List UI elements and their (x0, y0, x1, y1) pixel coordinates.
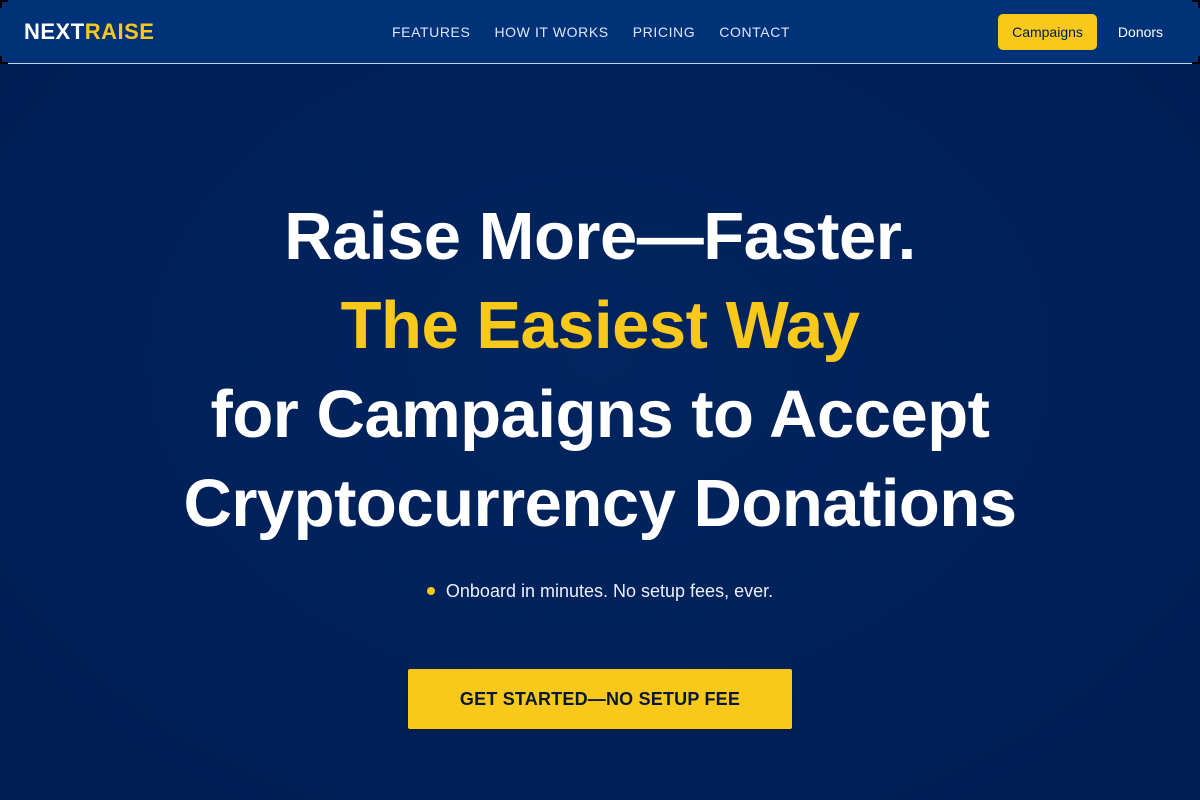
nav-link-how-it-works[interactable]: HOW IT WORKS (494, 24, 608, 40)
get-started-button[interactable]: GET STARTED—NO SETUP FEE (408, 669, 792, 729)
brand-logo[interactable]: NEXTRAISE (24, 19, 154, 45)
main-nav: FEATURES HOW IT WORKS PRICING CONTACT (392, 0, 790, 64)
hero-headline-line1: Raise More—Faster. (284, 199, 916, 274)
donors-button[interactable]: Donors (1103, 14, 1178, 50)
corner-mark (1192, 56, 1200, 64)
nav-link-features[interactable]: FEATURES (392, 24, 470, 40)
hero-feature-text: Onboard in minutes. No setup fees, ever. (445, 581, 774, 601)
nav-link-pricing[interactable]: PRICING (633, 24, 696, 40)
landing-page: NEXTRAISE FEATURES HOW IT WORKS PRICING … (0, 0, 1200, 800)
hero-headline-line4: Cryptocurrency Donations (183, 466, 1017, 541)
campaigns-button[interactable]: Campaigns (998, 14, 1097, 50)
corner-mark (0, 56, 8, 64)
nav-link-contact[interactable]: CONTACT (719, 24, 790, 40)
brand-logo-part1: NEXT (24, 19, 85, 44)
brand-logo-part2: RAISE (84, 19, 155, 44)
corner-mark (1192, 0, 1200, 8)
hero-headline-accent-line: The Easiest Way (340, 288, 860, 363)
hero-feature-bullet: Onboard in minutes. No setup fees, ever. (0, 580, 1200, 602)
bullet-dot-icon (426, 587, 435, 595)
top-navbar: NEXTRAISE FEATURES HOW IT WORKS PRICING … (0, 0, 1200, 64)
hero-headline-line3: for Campaigns to Accept (210, 377, 990, 452)
corner-mark (0, 0, 8, 8)
hero-headline: Raise More—Faster. The Easiest Way for C… (0, 192, 1200, 548)
